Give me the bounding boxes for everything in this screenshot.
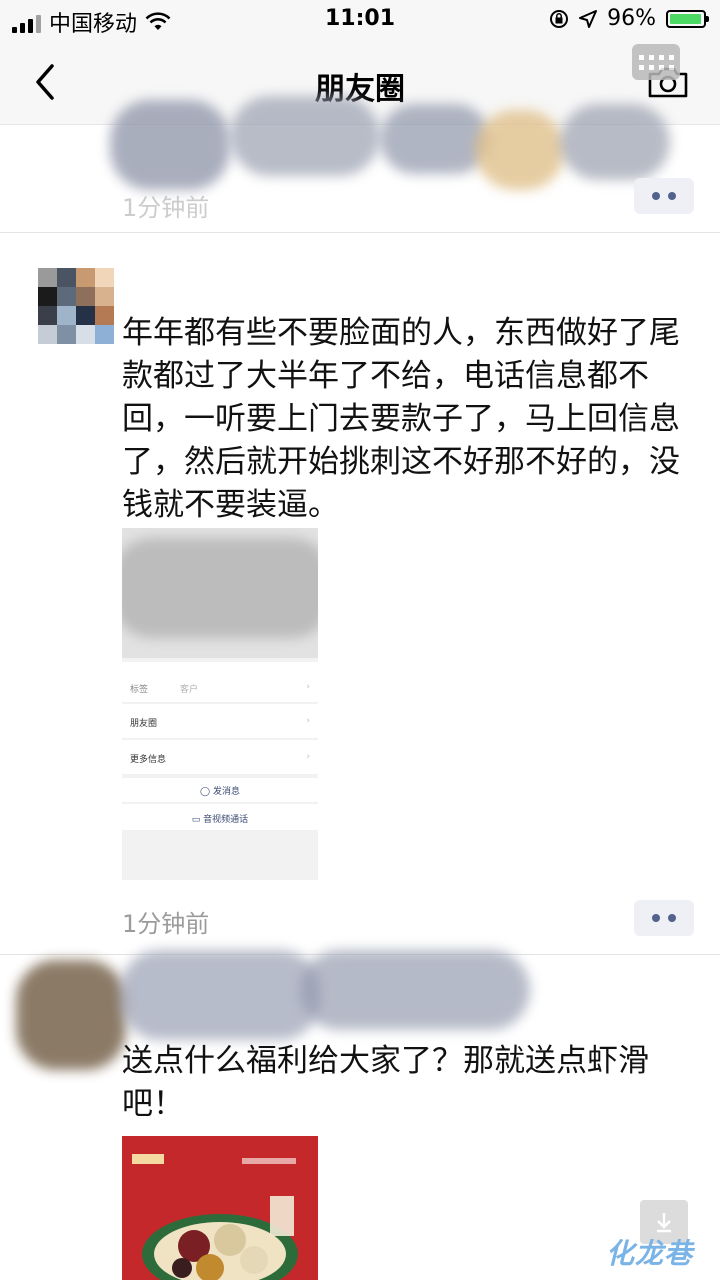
chevron-right-icon: › <box>306 752 310 762</box>
post-image[interactable]: 标签 客户 › 朋友圈 › 更多信息 › ◯ 发消息 ▭ 音视频通话 <box>122 528 318 880</box>
lock-rotation-icon <box>550 9 569 28</box>
grain-bowl-illustration <box>132 1154 298 1280</box>
download-icon <box>657 1213 671 1233</box>
chevron-right-icon: › <box>306 716 310 726</box>
thumb-video-call: 音视频通话 <box>203 815 249 825</box>
thumb-row1-value: 客户 <box>180 685 199 695</box>
more-icon <box>652 192 660 200</box>
chat-bubble-icon: ◯ <box>200 787 213 797</box>
post2-image[interactable] <box>122 1136 318 1280</box>
battery-percent: 96% <box>607 6 656 31</box>
top-post-time: 1分钟前 <box>122 194 210 222</box>
post-more-button[interactable] <box>634 900 694 936</box>
more-icon <box>652 914 660 922</box>
thumb-send-message: 发消息 <box>212 787 240 797</box>
top-post-more-button[interactable] <box>634 178 694 214</box>
post2-text: 送点什么福利给大家了？那就送点虾滑吧！ <box>122 1043 649 1122</box>
location-icon <box>579 9 598 28</box>
status-right: 96% <box>549 6 709 31</box>
thumb-row2-label: 朋友圈 <box>130 719 158 729</box>
thumb-row3-label: 更多信息 <box>130 755 167 765</box>
thumb-row1-label: 标签 <box>130 685 149 695</box>
battery-icon <box>666 9 709 28</box>
chevron-right-icon: › <box>306 682 310 692</box>
watermark-logo: 化龙巷 <box>606 1237 694 1270</box>
video-icon: ▭ <box>191 815 204 825</box>
status-bar: 中国移动 11:01 96% <box>0 0 720 40</box>
avatar[interactable] <box>38 268 114 344</box>
post-divider <box>0 232 720 233</box>
grid-icon[interactable] <box>632 44 680 80</box>
post-text: 年年都有些不要脸面的人，东西做好了尾款都过了大半年了不给，电话信息都不回，一听要… <box>122 315 680 523</box>
post-time: 1分钟前 <box>122 910 210 938</box>
